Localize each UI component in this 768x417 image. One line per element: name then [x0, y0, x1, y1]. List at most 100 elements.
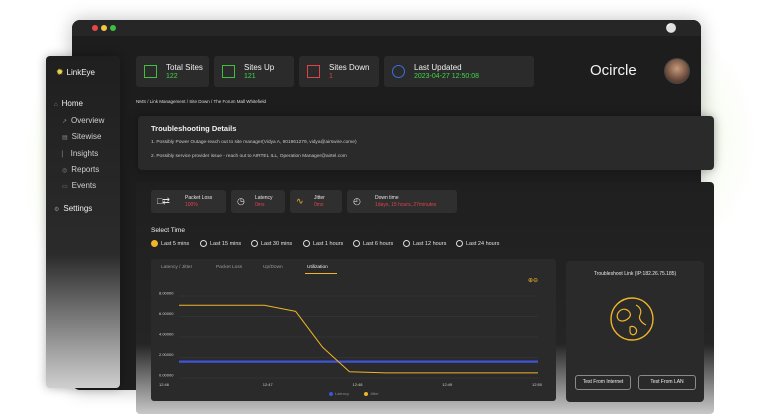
- sitewise-icon: ▤: [62, 135, 68, 141]
- x-tick-label: 12:47: [263, 382, 274, 387]
- packet-loss-icon: □⇄: [157, 196, 170, 206]
- troubleshoot-link-title: Troubleshoot Link (IP:182.26.75.185): [593, 271, 677, 277]
- test-from-internet-button[interactable]: Test From Internet: [575, 375, 631, 390]
- troubleshooting-card: Troubleshooting Details 1. Possibly Powe…: [138, 116, 714, 170]
- y-tick-label: 6.00000: [159, 311, 174, 316]
- tab-utilization[interactable]: Utilization: [307, 265, 328, 270]
- troubleshooting-item: 2. Possibly service provider issue - rea…: [151, 154, 347, 159]
- metric-down-time: ◴ Down time 1days, 15 hours, 27minutes: [347, 190, 457, 213]
- legend-latency-swatch: [329, 391, 333, 396]
- reports-icon: ◎: [62, 168, 68, 174]
- stat-label: Last Updated: [414, 63, 462, 72]
- test-from-lan-button[interactable]: Test From LAN: [638, 375, 696, 390]
- legend-jitter-swatch: [364, 391, 368, 396]
- radio-last-15-mins[interactable]: Last 15 mins: [200, 240, 241, 247]
- radio-icon: [353, 240, 360, 247]
- radio-icon: [303, 240, 310, 247]
- radio-last-30-mins[interactable]: Last 30 mins: [251, 240, 292, 247]
- x-tick-label: 12:46: [159, 382, 170, 387]
- zoom-controls-icon[interactable]: ⊕⊖: [528, 277, 538, 284]
- timer-icon: ◴: [353, 196, 361, 206]
- line-chart: 0.00000 2.00000 4.00000 6.00000 8.00000 12:46…: [159, 291, 543, 388]
- radio-icon: [200, 240, 207, 247]
- radio-icon: [456, 240, 463, 247]
- radio-icon: [251, 240, 258, 247]
- metric-value: 0ms: [255, 202, 265, 208]
- globe-icon: [610, 297, 654, 341]
- events-icon: ▭: [62, 184, 68, 190]
- jitter-wave-icon: ∿: [296, 196, 304, 206]
- stat-label: Sites Up: [244, 63, 275, 72]
- radio-selected-icon: [151, 240, 158, 247]
- close-window-dot[interactable]: [92, 25, 98, 31]
- metric-jitter: ∿ Jitter 0ms: [290, 190, 342, 213]
- stat-value: 2023-04-27 12:50:08: [414, 73, 479, 80]
- x-tick-label: 12:50: [532, 382, 543, 387]
- sidebar-item-overview[interactable]: ↗ Overview: [62, 116, 104, 125]
- y-tick-label: 4.00000: [159, 332, 174, 337]
- stat-value: 121: [244, 73, 256, 80]
- stat-card-last-updated: Last Updated 2023-04-27 12:50:08: [384, 56, 534, 87]
- sidebar-item-reports[interactable]: ◎ Reports: [62, 165, 99, 174]
- stat-card-total-sites[interactable]: Total Sites 122: [136, 56, 209, 87]
- radio-last-6-hours[interactable]: Last 6 hours: [353, 240, 393, 247]
- building-icon: [144, 65, 157, 78]
- metric-latency: ◷ Latency 0ms: [231, 190, 285, 213]
- metric-value: 0ms: [314, 202, 324, 208]
- stat-label: Sites Down: [329, 63, 370, 72]
- brand-logo: Ocircle: [590, 62, 637, 79]
- linkeye-logo-icon: ✹: [56, 67, 64, 77]
- radio-last-5-mins[interactable]: Last 5 mins: [151, 240, 189, 247]
- tab-latency-jitter[interactable]: Latency / Jitter: [161, 265, 192, 270]
- radio-icon: [403, 240, 410, 247]
- y-tick-label: 0.00000: [159, 373, 174, 378]
- insights-icon: ▏: [62, 152, 67, 158]
- breadcrumb[interactable]: NMS / Link Management / Site Down / The …: [136, 99, 266, 104]
- sidebar-item-events[interactable]: ▭ Events: [62, 181, 96, 190]
- stat-value: 1: [329, 73, 333, 80]
- active-tab-indicator: [305, 273, 337, 274]
- legend-jitter: Jitter: [364, 391, 379, 396]
- title-bar: ⚪: [72, 20, 701, 36]
- metric-value: 100%: [185, 202, 198, 208]
- sidebar-item-home[interactable]: ⌂ Home: [54, 99, 83, 108]
- metric-label: Jitter: [314, 195, 325, 201]
- sidebar-item-sitewise[interactable]: ▤ Sitewise: [62, 132, 101, 141]
- x-tick-label: 12:48: [353, 382, 364, 387]
- troubleshooting-title: Troubleshooting Details: [151, 124, 237, 133]
- clock-icon: [392, 65, 405, 78]
- stat-card-sites-up[interactable]: Sites Up 121: [214, 56, 294, 87]
- metric-label: Down time: [375, 195, 399, 201]
- select-time-title: Select Time: [151, 227, 185, 234]
- radio-last-12-hours[interactable]: Last 12 hours: [403, 240, 446, 247]
- overview-icon: ↗: [62, 119, 68, 125]
- home-icon: ⌂: [54, 102, 58, 108]
- avatar[interactable]: [664, 58, 690, 84]
- radio-last-24-hours[interactable]: Last 24 hours: [456, 240, 499, 247]
- radio-last-1-hours[interactable]: Last 1 hours: [303, 240, 343, 247]
- series-line-jitter: [179, 304, 538, 374]
- wifi-icon: ⚪: [665, 23, 677, 33]
- stat-label: Total Sites: [166, 63, 203, 72]
- troubleshooting-item: 1. Possibly Power Outage-reach out to si…: [151, 140, 357, 145]
- gear-icon: ⚙: [54, 207, 60, 213]
- sidebar-item-insights[interactable]: ▏ Insights: [62, 149, 98, 158]
- sidebar-item-settings[interactable]: ⚙ Settings: [54, 204, 92, 213]
- metric-packet-loss: □⇄ Packet Loss 100%: [151, 190, 226, 213]
- minimize-window-dot[interactable]: [101, 25, 107, 31]
- x-tick-label: 12:49: [442, 382, 453, 387]
- app-logo[interactable]: ✹ LinkEye: [56, 67, 95, 78]
- stopwatch-icon: ◷: [237, 196, 245, 206]
- stat-card-sites-down[interactable]: Sites Down 1: [299, 56, 379, 87]
- metric-label: Latency: [255, 195, 273, 201]
- y-tick-label: 8.00000: [159, 291, 174, 296]
- tab-packet-loss[interactable]: Packet Loss: [216, 265, 242, 270]
- tab-up-down[interactable]: Up/Down: [263, 265, 283, 270]
- legend-latency: Latency: [329, 391, 349, 396]
- stat-value: 122: [166, 73, 178, 80]
- maximize-window-dot[interactable]: [110, 25, 116, 31]
- building-up-icon: [222, 65, 235, 78]
- building-down-icon: [307, 65, 320, 78]
- y-tick-label: 2.00000: [159, 352, 174, 357]
- metric-value: 1days, 15 hours, 27minutes: [375, 202, 437, 208]
